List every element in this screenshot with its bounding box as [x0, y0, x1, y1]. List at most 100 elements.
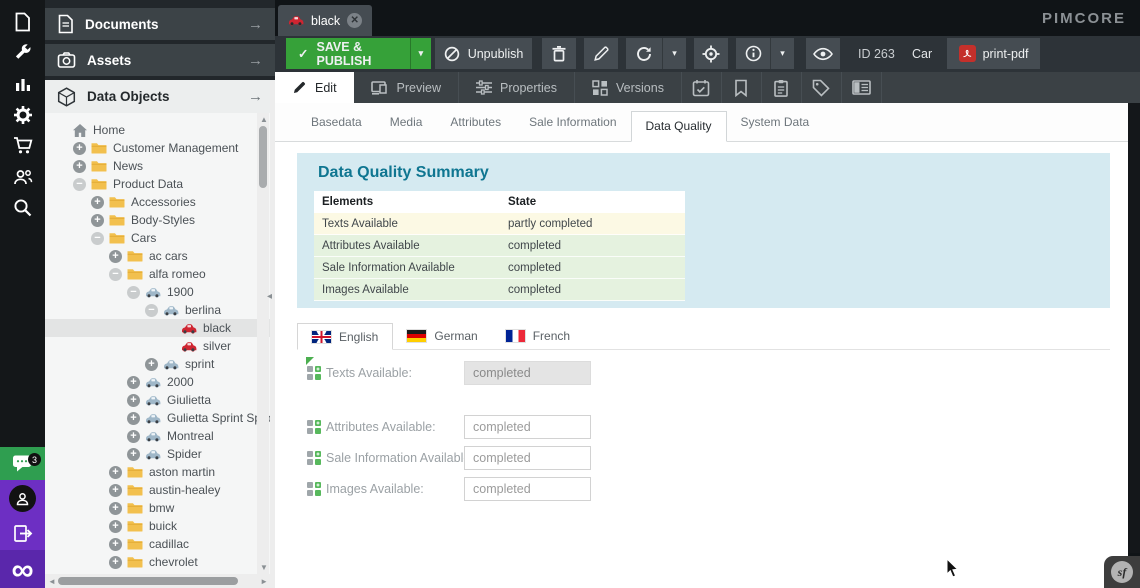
tree-expander-icon[interactable]	[127, 448, 140, 461]
tree-expander-icon[interactable]	[91, 214, 104, 227]
tree-expander-icon[interactable]	[109, 466, 122, 479]
section-tab[interactable]: Media	[376, 104, 437, 141]
field-value-input[interactable]	[464, 477, 591, 501]
tree-item[interactable]: chevrolet	[45, 553, 275, 571]
field-value-input[interactable]	[464, 446, 591, 470]
tree-expander-icon[interactable]	[73, 142, 86, 155]
delete-button[interactable]	[542, 38, 576, 69]
tree-vertical-scrollbar[interactable]: ▲ ▼	[257, 113, 269, 574]
tree-item[interactable]: Product Data	[45, 175, 275, 193]
section-tab[interactable]: Data Quality	[631, 111, 727, 142]
language-tab[interactable]: English	[297, 323, 393, 350]
reload-dropdown-icon[interactable]: ▾	[662, 38, 686, 69]
tree-expander-icon[interactable]	[145, 304, 158, 317]
tree-expander-icon[interactable]	[127, 286, 140, 299]
tab-edit[interactable]: Edit	[275, 72, 354, 103]
tree-item[interactable]: bmw	[45, 499, 275, 517]
tree-item[interactable]: Accessories	[45, 193, 275, 211]
ecommerce-cart-icon[interactable]	[0, 130, 45, 161]
info-dropdown-icon[interactable]: ▾	[770, 38, 794, 69]
save-options-dropdown-icon[interactable]: ▾	[410, 38, 431, 69]
tree-expander-icon[interactable]	[127, 376, 140, 389]
tree-item[interactable]: Montreal	[45, 427, 275, 445]
unpublish-button[interactable]: Unpublish	[435, 38, 532, 69]
tree-expander-icon[interactable]	[91, 196, 104, 209]
layout-panel-icon[interactable]	[842, 72, 882, 103]
tree-item[interactable]: austin-healey	[45, 481, 275, 499]
logout-export-button[interactable]	[0, 517, 45, 550]
tree-item[interactable]: News	[45, 157, 275, 175]
tree-item[interactable]: black	[45, 319, 275, 337]
scroll-left-icon[interactable]: ◄	[48, 577, 56, 586]
symfony-debug-toolbar[interactable]: sf	[1104, 556, 1140, 588]
notifications-chat-button[interactable]: 3	[0, 447, 45, 480]
section-tab[interactable]: Attributes	[436, 104, 515, 141]
section-tab[interactable]: System Data	[727, 104, 824, 141]
customers-users-icon[interactable]	[0, 161, 45, 192]
language-tab[interactable]: French	[492, 322, 584, 349]
schedule-calendar-icon[interactable]	[682, 72, 722, 103]
tree-expander-icon[interactable]	[127, 412, 140, 425]
section-tab[interactable]: Basedata	[297, 104, 376, 141]
field-value-input[interactable]	[464, 415, 591, 439]
tree-expander-icon[interactable]	[73, 178, 86, 191]
tree-expander-icon[interactable]	[91, 232, 104, 245]
tree-item[interactable]: Spider	[45, 445, 275, 463]
current-user-button[interactable]	[0, 480, 45, 517]
tree-expander-icon[interactable]	[127, 430, 140, 443]
tree-item[interactable]: Cars	[45, 229, 275, 247]
tree-item[interactable]: aston martin	[45, 463, 275, 481]
print-pdf-button[interactable]: print-pdf	[947, 38, 1040, 69]
accordion-documents[interactable]: Documents →	[45, 8, 275, 40]
tab-versions[interactable]: Versions	[575, 72, 682, 103]
collapse-sidebar-icon[interactable]: ◂	[267, 287, 275, 307]
tree-item[interactable]: sprint	[45, 355, 275, 373]
tree-item[interactable]: alfa romeo	[45, 265, 275, 283]
tree-expander-icon[interactable]	[109, 484, 122, 497]
tree-expander-icon[interactable]	[73, 160, 86, 173]
scroll-up-icon[interactable]: ▲	[260, 115, 268, 124]
rename-edit-button[interactable]	[584, 38, 618, 69]
tree-item[interactable]: silver	[45, 337, 275, 355]
search-icon[interactable]	[0, 192, 45, 223]
accordion-data-objects[interactable]: Data Objects →	[45, 80, 275, 113]
locate-in-tree-button[interactable]	[694, 38, 728, 69]
pimcore-infinity-logo[interactable]: ∞	[0, 550, 45, 588]
reports-chart-icon[interactable]	[0, 68, 45, 99]
tree-expander-icon[interactable]	[109, 250, 122, 263]
tree-horizontal-scrollbar[interactable]: ◄ ►	[45, 574, 271, 588]
tree-item[interactable]: berlina	[45, 301, 275, 319]
open-object-tab[interactable]: black ✕	[278, 5, 372, 36]
accordion-assets[interactable]: Assets →	[45, 44, 275, 76]
scrollbar-thumb[interactable]	[259, 126, 267, 188]
tools-wrench-icon[interactable]	[0, 37, 45, 68]
reload-button[interactable]: ▾	[626, 38, 686, 69]
tree-item[interactable]: buick	[45, 517, 275, 535]
tree-expander-icon[interactable]	[109, 538, 122, 551]
scroll-down-icon[interactable]: ▼	[260, 563, 268, 572]
tree-item[interactable]: Giulietta	[45, 391, 275, 409]
tree-expander-icon[interactable]	[145, 358, 158, 371]
section-tab[interactable]: Sale Information	[515, 104, 630, 141]
tree-expander-icon[interactable]	[109, 556, 122, 569]
tree-expander-icon[interactable]	[109, 502, 122, 515]
info-button[interactable]: ▾	[736, 38, 794, 69]
field-value-input[interactable]	[464, 361, 591, 385]
scroll-right-icon[interactable]: ►	[260, 577, 268, 586]
tree-item[interactable]: 1900	[45, 283, 275, 301]
tree-item[interactable]: ac cars	[45, 247, 275, 265]
notes-clipboard-icon[interactable]	[762, 72, 802, 103]
tab-preview[interactable]: Preview	[354, 72, 459, 103]
tree-expander-icon[interactable]	[109, 268, 122, 281]
close-tab-icon[interactable]: ✕	[347, 13, 362, 28]
scrollbar-thumb[interactable]	[58, 577, 238, 585]
language-tab[interactable]: German	[393, 322, 491, 349]
tree-item[interactable]: cadillac	[45, 535, 275, 553]
tree-expander-icon[interactable]	[127, 394, 140, 407]
tree-item[interactable]: Body-Styles	[45, 211, 275, 229]
tree-item[interactable]: Gulietta Sprint Specia	[45, 409, 275, 427]
tree-expander-icon[interactable]	[109, 520, 122, 533]
tree-item[interactable]: 2000	[45, 373, 275, 391]
settings-gear-icon[interactable]	[0, 99, 45, 130]
tree-item[interactable]: Home	[45, 121, 275, 139]
